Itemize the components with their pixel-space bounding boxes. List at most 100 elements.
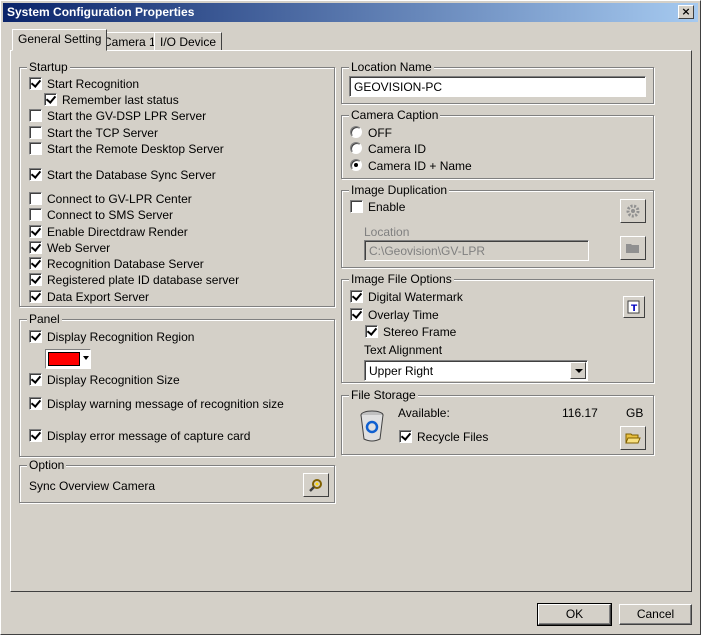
image-file-options-group: Image File Options Digital Watermark Ove… <box>341 272 654 383</box>
checkbox-box[interactable] <box>29 397 42 410</box>
startup-group: Startup Start Recognition Remember last … <box>19 60 335 307</box>
checkbox-label: Start the TCP Server <box>47 126 158 140</box>
tab-io-device[interactable]: I/O Device <box>154 32 223 51</box>
checkbox-label: Display error message of capture card <box>47 429 251 443</box>
image-duplication-group: Image Duplication Enable Location C:\Geo… <box>341 183 654 268</box>
text-alignment-value: Upper Right <box>369 364 434 378</box>
checkbox-label: Enable <box>368 200 406 214</box>
radio-button[interactable] <box>350 159 362 171</box>
checkbox-box[interactable] <box>29 225 42 238</box>
open-folder-icon <box>625 433 641 444</box>
panel-group: Panel Display Recognition Region Display… <box>19 312 335 457</box>
checkbox-box[interactable] <box>29 257 42 270</box>
checkbox-label: Start the Database Sync Server <box>47 168 216 182</box>
image-file-options-group-label: Image File Options <box>349 272 454 286</box>
duplication-settings-button[interactable] <box>620 199 646 223</box>
available-unit: GB <box>626 406 644 420</box>
checkbox-box[interactable] <box>29 290 42 303</box>
location-name-group-label: Location Name <box>349 60 434 74</box>
checkbox-box[interactable] <box>44 93 57 106</box>
chevron-down-icon[interactable] <box>570 362 586 379</box>
checkbox-box[interactable] <box>29 142 42 155</box>
checkbox-box[interactable] <box>29 429 42 442</box>
radio-label: OFF <box>368 126 392 140</box>
checkbox-label: Recognition Database Server <box>47 257 204 271</box>
ok-button[interactable]: OK <box>537 603 612 626</box>
checkbox-label: Remember last status <box>62 93 179 107</box>
checkbox-label: Start the Remote Desktop Server <box>47 142 224 156</box>
checkbox-box[interactable] <box>399 430 412 443</box>
recycle-bin-icon <box>360 410 384 442</box>
title-bar[interactable]: System Configuration Properties × <box>3 3 698 22</box>
checkbox-label: Start the GV-DSP LPR Server <box>47 109 207 123</box>
checkbox-label: Recycle Files <box>417 430 489 444</box>
checkbox-box[interactable] <box>29 126 42 139</box>
window-title: System Configuration Properties <box>7 5 195 19</box>
checkbox-box[interactable] <box>29 241 42 254</box>
checkbox-box[interactable] <box>350 290 363 303</box>
checkbox-box[interactable] <box>29 77 42 90</box>
checkbox-box[interactable] <box>29 168 42 181</box>
checkbox-box[interactable] <box>350 308 363 321</box>
checkbox-box[interactable] <box>29 330 42 343</box>
option-group-label: Option <box>27 458 67 472</box>
text-alignment-select[interactable]: Upper Right <box>364 360 588 381</box>
available-value: 116.17 <box>562 406 598 420</box>
panel-group-label: Panel <box>27 312 62 326</box>
checkbox-label: Connect to GV-LPR Center <box>47 192 192 206</box>
available-label: Available: <box>398 406 450 420</box>
location-name-group: Location Name GEOVISION-PC <box>341 60 654 104</box>
camera-caption-group-label: Camera Caption <box>349 108 441 122</box>
radio-button[interactable] <box>350 142 362 154</box>
checkbox-label: Overlay Time <box>368 308 439 322</box>
checkbox-box[interactable] <box>350 200 363 213</box>
duplication-browse-button[interactable] <box>620 236 646 260</box>
folder-icon <box>626 244 639 253</box>
checkbox-label: Enable Directdraw Render <box>47 225 188 239</box>
text-alignment-label: Text Alignment <box>364 343 443 357</box>
file-storage-group: File Storage Available: 116.17 GB Recycl… <box>341 388 654 455</box>
gear-icon <box>626 204 640 218</box>
checkbox-label: Start Recognition <box>47 77 140 91</box>
checkbox-box[interactable] <box>29 192 42 205</box>
svg-text:T: T <box>631 304 638 314</box>
option-group: Option Sync Overview Camera <box>19 458 335 503</box>
checkbox-label: Connect to SMS Server <box>47 208 174 222</box>
document-text-icon: T <box>627 300 640 314</box>
image-duplication-group-label: Image Duplication <box>349 183 450 197</box>
checkbox-label: Display Recognition Region <box>47 330 195 344</box>
chevron-down-icon <box>83 356 89 360</box>
cancel-button[interactable]: Cancel <box>619 604 692 625</box>
text-style-button[interactable]: T <box>623 296 645 318</box>
startup-group-label: Startup <box>27 60 70 74</box>
checkbox-label: Data Export Server <box>47 290 150 304</box>
region-color-picker[interactable] <box>45 349 91 369</box>
location-name-input[interactable]: GEOVISION-PC <box>349 76 646 97</box>
sync-overview-camera-label: Sync Overview Camera <box>29 479 156 493</box>
checkbox-label: Display Recognition Size <box>47 373 180 387</box>
duplication-location-label: Location <box>364 225 410 239</box>
color-swatch <box>48 352 80 366</box>
checkbox-box[interactable] <box>29 273 42 286</box>
camera-caption-group: Camera Caption OFF Camera ID Camera ID +… <box>341 108 654 179</box>
storage-folder-button[interactable] <box>620 426 646 450</box>
checkbox-box[interactable] <box>29 208 42 221</box>
close-button[interactable]: × <box>678 5 694 19</box>
tab-general-setting[interactable]: General Setting <box>12 29 108 51</box>
checkbox-label: Digital Watermark <box>368 290 463 304</box>
checkbox-label: Web Server <box>47 241 111 255</box>
checkbox-label: Stereo Frame <box>383 325 457 339</box>
checkbox-label: Display warning message of recognition s… <box>47 397 284 411</box>
radio-label: Camera ID + Name <box>368 159 472 173</box>
radio-label: Camera ID <box>368 142 427 156</box>
wrench-gear-icon <box>309 479 322 492</box>
dialog-window: System Configuration Properties × Genera… <box>0 0 701 635</box>
radio-button[interactable] <box>350 126 362 138</box>
sync-overview-camera-button[interactable] <box>303 473 329 497</box>
checkbox-box[interactable] <box>29 373 42 386</box>
checkbox-box[interactable] <box>365 325 378 338</box>
checkbox-label: Registered plate ID database server <box>47 273 240 287</box>
general-setting-panel: Startup Start Recognition Remember last … <box>10 50 692 592</box>
duplication-location-input[interactable]: C:\Geovision\GV-LPR <box>364 240 589 261</box>
checkbox-box[interactable] <box>29 109 42 122</box>
